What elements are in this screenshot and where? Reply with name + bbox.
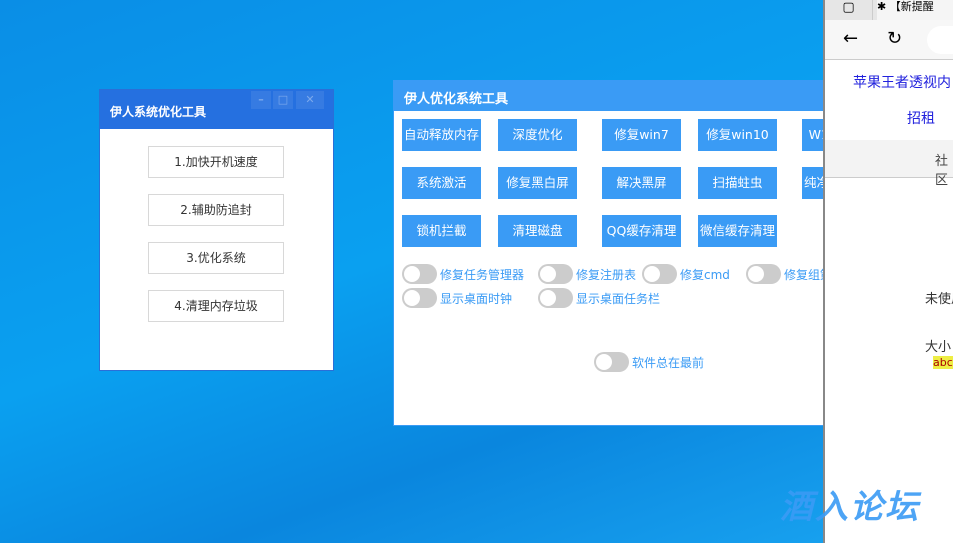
tab-actions-icon[interactable]: ▢	[825, 0, 873, 20]
tab-bar: ▢ ✱ 【新提醒	[825, 0, 953, 20]
toggle-label: 修复cmd	[680, 267, 730, 282]
spellcheck-icon[interactable]: abc	[933, 356, 953, 369]
toggle-label: 软件总在最前	[632, 355, 705, 370]
anti-ban-button[interactable]: 2.辅助防追封	[148, 194, 284, 226]
address-bar[interactable]	[927, 26, 953, 54]
browser-window: ▢ ✱ 【新提醒 ← ↻ 苹果王者透视内 招租 社区 未使用 大小 abc	[823, 0, 953, 543]
small-optimizer-window: 伊人系统优化工具 – □ ✕ 1.加快开机速度 2.辅助防追封 3.优化系统 4…	[99, 89, 334, 371]
toggle-cmd[interactable]: 修复cmd	[642, 264, 730, 284]
action-button[interactable]: 锁机拦截	[402, 215, 481, 247]
switch[interactable]	[538, 288, 573, 308]
action-button[interactable]: QQ缓存清理	[602, 215, 681, 247]
toolbar: ← ↻	[825, 20, 953, 60]
nav-item[interactable]: 社区	[935, 150, 953, 188]
toggle-label: 显示桌面任务栏	[576, 291, 661, 306]
title-bar: 伊人系统优化工具 – □ ✕	[100, 90, 333, 129]
switch[interactable]	[746, 264, 781, 284]
clean-memory-button[interactable]: 4.清理内存垃圾	[148, 290, 284, 322]
page-text: 大小	[925, 340, 952, 355]
page-link[interactable]: 苹果王者透视内	[853, 72, 951, 92]
toggle-always-on-top[interactable]: 软件总在最前	[594, 352, 704, 372]
action-button[interactable]: 清理磁盘	[498, 215, 577, 247]
toggle-task-manager[interactable]: 修复任务管理器	[402, 264, 524, 284]
switch[interactable]	[642, 264, 677, 284]
watermark-logo: 酒入论坛	[780, 487, 920, 526]
switch[interactable]	[402, 288, 437, 308]
toggle-label: 显示桌面时钟	[440, 291, 513, 306]
nav-row: 社区	[825, 140, 953, 188]
action-button[interactable]: 修复win10	[698, 119, 777, 151]
toggle-label: 修复注册表	[576, 267, 637, 282]
toggle-label: 修复任务管理器	[440, 267, 525, 282]
window-title: 伊人系统优化工具	[110, 105, 207, 119]
action-button[interactable]: 修复win7	[602, 119, 681, 151]
action-button[interactable]: 深度优化	[498, 119, 577, 151]
back-icon[interactable]: ←	[843, 28, 858, 49]
window-title: 伊人优化系统工具	[404, 92, 509, 107]
toggle-registry[interactable]: 修复注册表	[538, 264, 636, 284]
action-button[interactable]: 修复黑白屏	[498, 167, 577, 199]
action-button[interactable]: 自动释放内存	[402, 119, 481, 151]
tab-title: 【新提醒	[889, 0, 934, 13]
switch[interactable]	[538, 264, 573, 284]
optimize-system-button[interactable]: 3.优化系统	[148, 242, 284, 274]
action-button[interactable]: 系统激活	[402, 167, 481, 199]
puzzle-icon: ✱	[877, 0, 887, 13]
refresh-icon[interactable]: ↻	[887, 28, 902, 49]
page-link[interactable]: 招租	[907, 108, 935, 128]
action-button[interactable]: 解决黑屏	[602, 167, 681, 199]
action-button[interactable]: 微信缓存清理	[698, 215, 777, 247]
page-text: 未使用	[925, 292, 953, 307]
speed-boot-button[interactable]: 1.加快开机速度	[148, 146, 284, 178]
toggle-taskbar[interactable]: 显示桌面任务栏	[538, 288, 660, 308]
close-button[interactable]: ✕	[296, 91, 324, 109]
maximize-button[interactable]: □	[273, 91, 293, 109]
switch[interactable]	[594, 352, 629, 372]
toggle-desktop-clock[interactable]: 显示桌面时钟	[402, 288, 512, 308]
minimize-button[interactable]: –	[251, 91, 271, 109]
action-button[interactable]: 扫描蛀虫	[698, 167, 777, 199]
browser-tab[interactable]: ✱ 【新提醒	[877, 0, 953, 20]
switch[interactable]	[402, 264, 437, 284]
